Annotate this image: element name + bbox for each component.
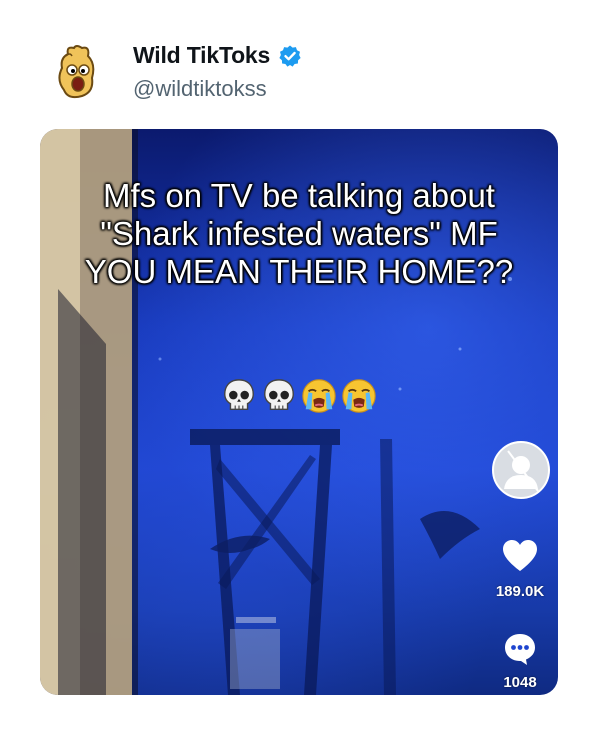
comment-count: 1048 xyxy=(503,674,537,691)
loudly-crying-face-icon xyxy=(302,379,336,413)
loudly-crying-face-icon xyxy=(342,379,376,413)
caption-emoji-row xyxy=(40,377,558,415)
default-profile-icon xyxy=(504,450,539,492)
cartoon-face-avatar-icon xyxy=(58,45,95,99)
account-avatar[interactable] xyxy=(54,44,98,100)
skull-icon xyxy=(264,379,294,411)
comment-bubble-icon[interactable] xyxy=(503,632,537,666)
creator-avatar-button[interactable] xyxy=(492,441,550,499)
like-count: 189.0K xyxy=(495,583,545,600)
video-media[interactable]: Mfs on TV be talking about "Shark infest… xyxy=(40,129,558,695)
account-handle[interactable]: @wildtiktokss xyxy=(133,76,267,102)
account-name-row[interactable]: Wild TikToks xyxy=(133,42,302,69)
skull-icon xyxy=(224,379,254,411)
display-name[interactable]: Wild TikToks xyxy=(133,42,270,69)
verified-badge-icon xyxy=(279,45,301,67)
heart-icon[interactable] xyxy=(502,539,538,573)
video-caption: Mfs on TV be talking about "Shark infest… xyxy=(84,177,514,290)
